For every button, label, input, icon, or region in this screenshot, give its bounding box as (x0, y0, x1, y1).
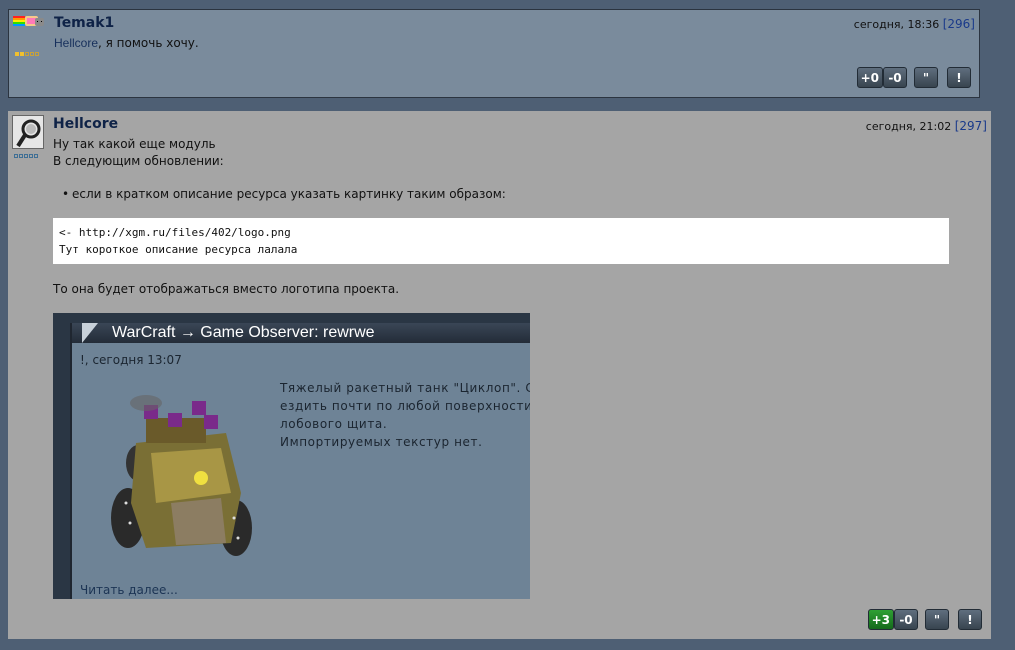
post-296: Temak1 Hellcore, я помочь хочу. сегодня,… (8, 9, 980, 98)
post-actions: +0 -0 " ! (856, 67, 971, 88)
post-number-link[interactable]: [297] (955, 119, 987, 133)
post-number-link[interactable]: [296] (943, 17, 975, 31)
embedded-desc-line: ездить почти по любой поверхности (280, 399, 530, 413)
quote-button[interactable]: " (914, 67, 938, 88)
post-time: сегодня, 18:36 (853, 18, 940, 31)
post-text-line: В следующим обновлении: (53, 154, 224, 168)
embedded-desc-line: Тяжелый ракетный танк "Циклоп". Сп (280, 381, 530, 395)
rank-indicator (14, 154, 38, 158)
rank-indicator (15, 52, 39, 56)
post-time: сегодня, 21:02 (865, 120, 952, 133)
embedded-description: Тяжелый ракетный танк "Циклоп". Сп ездит… (280, 379, 530, 451)
post-meta: сегодня, 21:02 [297] (866, 119, 987, 133)
quote-button[interactable]: " (925, 609, 949, 630)
rate-plus-button[interactable]: +3 (867, 609, 894, 630)
read-more-link[interactable]: Читать далее... (80, 583, 178, 597)
embedded-desc-line: лобового щита. (280, 417, 388, 431)
code-block: <- http://xgm.ru/files/402/logo.png Тут … (53, 218, 949, 264)
nyan-cat-icon[interactable] (13, 15, 45, 28)
report-button[interactable]: ! (958, 609, 982, 630)
post-author[interactable]: Temak1 (54, 15, 114, 31)
code-line: Тут короткое описание ресурса лалала (59, 243, 298, 256)
rate-minus-button[interactable]: -0 (894, 609, 918, 630)
rate-minus-button[interactable]: -0 (883, 67, 907, 88)
embedded-date: !, сегодня 13:07 (80, 353, 182, 367)
tank-model-image (106, 393, 256, 563)
post-author[interactable]: Hellcore (53, 116, 118, 132)
embedded-desc-line: Импортируемых текстур нет. (280, 435, 483, 449)
embedded-header: WarCraft → Game Observer: rewrwe (72, 323, 530, 343)
embedded-preview-card: WarCraft → Game Observer: rewrwe !, сего… (70, 323, 530, 599)
list-item: если в кратком описание ресурса указать … (62, 187, 506, 201)
post-text-body: , я помочь хочу. (98, 36, 199, 50)
report-button[interactable]: ! (947, 67, 971, 88)
rate-plus-button[interactable]: +0 (856, 67, 883, 88)
post-297: Hellcore сегодня, 21:02 [297] Ну так как… (8, 111, 991, 639)
embedded-title: WarCraft → Game Observer: rewrwe (112, 324, 375, 341)
magnifier-avatar-icon[interactable] (12, 115, 44, 149)
embedded-preview-image: WarCraft → Game Observer: rewrwe !, сего… (53, 313, 530, 599)
post-meta: сегодня, 18:36 [296] (854, 17, 975, 31)
code-line: <- http://xgm.ru/files/402/logo.png (59, 226, 291, 239)
mention-link[interactable]: Hellcore (54, 36, 98, 50)
post-text: Hellcore, я помочь хочу. (54, 36, 199, 50)
post-actions: +3 -0 " ! (867, 609, 982, 630)
post-text-line: Ну так какой еще модуль (53, 137, 216, 151)
post-text-line: То она будет отображаться вместо логотип… (53, 282, 400, 296)
